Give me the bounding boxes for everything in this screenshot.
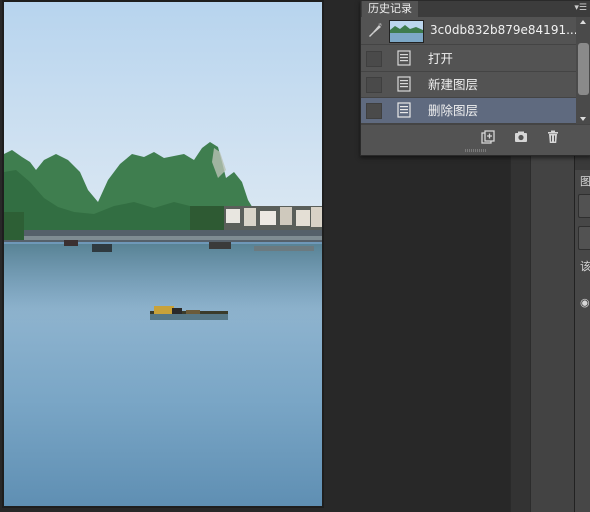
camera-icon[interactable] [513,129,529,145]
history-footer [361,124,590,150]
dock-glyph-1[interactable]: 图 [580,176,590,188]
history-state-row[interactable]: 打开 [361,46,576,72]
history-panel[interactable]: 历史记录 ▾☰ 3c0db832b879e84191... 打开 新建图层 删除… [360,0,590,156]
dock-icon-panel [575,170,590,512]
history-brush-icon[interactable] [367,22,383,38]
dock-panel-column [530,150,575,512]
history-state-icon [397,50,411,66]
history-state-row-active[interactable]: 删除图层 [361,98,576,124]
panel-menu-icon[interactable]: ▾☰ [574,3,587,13]
history-state-icon [397,102,411,118]
document-image[interactable] [4,2,322,506]
dock-button-2[interactable] [578,226,590,250]
history-state-row[interactable]: 新建图层 [361,72,576,98]
scroll-thumb[interactable] [578,43,589,95]
resize-grip[interactable] [465,149,487,152]
new-document-from-state-icon[interactable] [479,129,495,145]
history-state-icon [397,76,411,92]
snapshot-thumbnail [389,20,424,43]
history-state-label: 打开 [428,51,454,66]
history-state-label: 删除图层 [428,103,479,118]
dock-button-1[interactable] [578,194,590,218]
scroll-down-arrow-icon[interactable] [580,117,586,121]
history-state-label: 新建图层 [428,77,479,92]
history-list: 3c0db832b879e84191... 打开 新建图层 删除图层 [361,17,578,124]
history-state-checkbox[interactable] [366,103,382,119]
dock-eye-icon[interactable]: ◉ [580,297,590,309]
history-tab[interactable]: 历史记录 [362,1,418,17]
history-scrollbar[interactable] [576,17,590,124]
trash-icon[interactable] [545,129,561,145]
dock-glyph-2[interactable]: 该 [580,261,590,273]
history-tab-bar: 历史记录 ▾☰ [361,1,590,17]
snapshot-name: 3c0db832b879e84191... [430,23,578,37]
history-state-checkbox[interactable] [366,51,382,67]
history-state-checkbox[interactable] [366,77,382,93]
history-snapshot-row[interactable]: 3c0db832b879e84191... [361,17,578,45]
scroll-up-arrow-icon[interactable] [580,20,586,24]
